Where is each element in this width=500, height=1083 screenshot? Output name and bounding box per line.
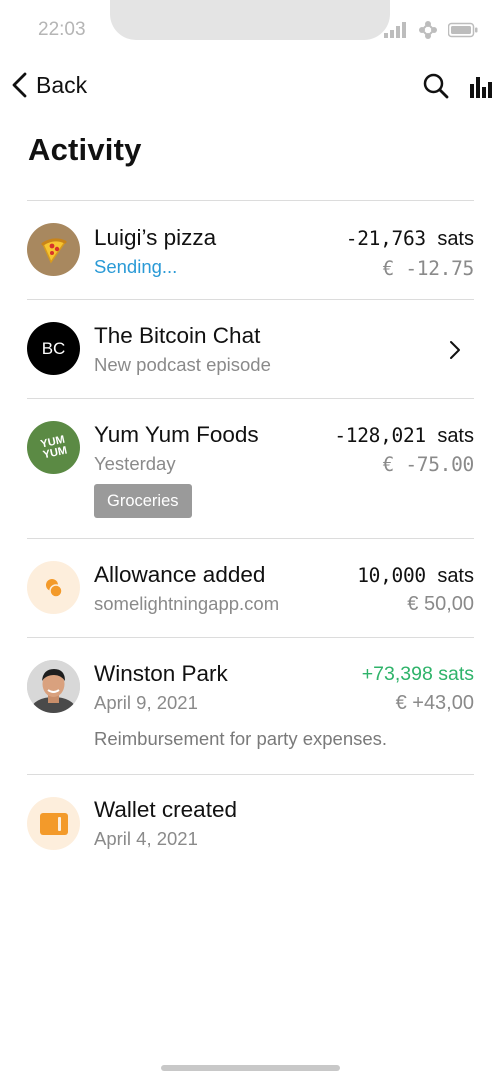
item-title: Yum Yum Foods <box>94 422 259 447</box>
item-amount: -128,021 sats <box>334 424 474 448</box>
activity-list: Luigi’s pizza Sending... -21,763 sats € … <box>0 200 500 873</box>
wallet-icon <box>27 797 80 850</box>
item-subtitle: April 9, 2021 <box>94 692 198 713</box>
item-subtitle: April 4, 2021 <box>94 828 198 849</box>
network-icon <box>419 21 437 39</box>
status-icons <box>384 20 478 40</box>
list-item[interactable]: BC The Bitcoin Chat New podcast episode <box>27 299 474 398</box>
pizza-icon <box>27 223 80 276</box>
list-item[interactable]: Winston Park April 9, 2021 +73,398 sats … <box>27 637 474 774</box>
amount-value: -128,021 <box>334 424 426 447</box>
item-status: Sending... <box>94 256 178 277</box>
avatar-yumyum: YUM YUM <box>27 421 80 474</box>
item-fiat: € -75.00 <box>382 453 474 476</box>
nav-bar: Back <box>0 62 500 108</box>
amount-unit: sats <box>437 425 474 447</box>
item-amount: -21,763 sats <box>346 227 474 251</box>
list-item[interactable]: Wallet created April 4, 2021 <box>27 774 474 873</box>
amount-unit: sats <box>437 565 474 587</box>
status-time: 22:03 <box>38 19 86 40</box>
signal-icon <box>384 22 406 38</box>
item-subtitle: somelightningapp.com <box>94 593 280 614</box>
item-amount: 10,000 sats <box>357 564 474 588</box>
device-notch <box>110 0 390 40</box>
avatar-initials: BC <box>41 338 66 358</box>
item-fiat: € 50,00 <box>407 593 474 615</box>
avatar-logo-text: YUM YUM <box>39 433 68 461</box>
chevron-left-icon <box>12 72 27 98</box>
item-title: Luigi’s pizza <box>94 225 217 250</box>
list-item[interactable]: Allowance added somelightningapp.com 10,… <box>27 538 474 637</box>
battery-icon <box>448 22 478 38</box>
back-button[interactable]: Back <box>10 66 87 104</box>
back-label: Back <box>36 71 88 98</box>
item-fiat: € +43,00 <box>395 692 474 714</box>
page-title: Activity <box>28 132 142 167</box>
item-title: Winston Park <box>94 661 228 686</box>
search-icon[interactable] <box>422 72 450 100</box>
item-title: The Bitcoin Chat <box>94 323 261 348</box>
item-note: Reimbursement for party expenses. <box>94 728 388 749</box>
item-title: Wallet created <box>94 797 237 822</box>
coins-icon <box>27 561 80 614</box>
item-title: Allowance added <box>94 562 266 587</box>
chevron-right-icon[interactable] <box>448 339 462 361</box>
status-bar: 22:03 <box>0 0 500 62</box>
item-subtitle: New podcast episode <box>94 354 271 375</box>
person-avatar <box>27 660 80 713</box>
item-fiat: € -12.75 <box>382 257 474 280</box>
avatar-bc: BC <box>27 322 80 375</box>
item-subtitle: Yesterday <box>94 453 176 474</box>
category-tag[interactable]: Groceries <box>94 484 192 518</box>
amount-value: 10,000 <box>357 564 426 587</box>
home-indicator[interactable] <box>161 1065 340 1071</box>
bar-chart-icon[interactable] <box>468 74 500 100</box>
item-amount: +73,398 sats <box>361 663 474 685</box>
list-item[interactable]: YUM YUM Yum Yum Foods Yesterday -128,021… <box>27 398 474 538</box>
list-item[interactable]: Luigi’s pizza Sending... -21,763 sats € … <box>27 200 474 299</box>
amount-value: -21,763 <box>345 227 426 250</box>
amount-unit: sats <box>437 228 474 250</box>
